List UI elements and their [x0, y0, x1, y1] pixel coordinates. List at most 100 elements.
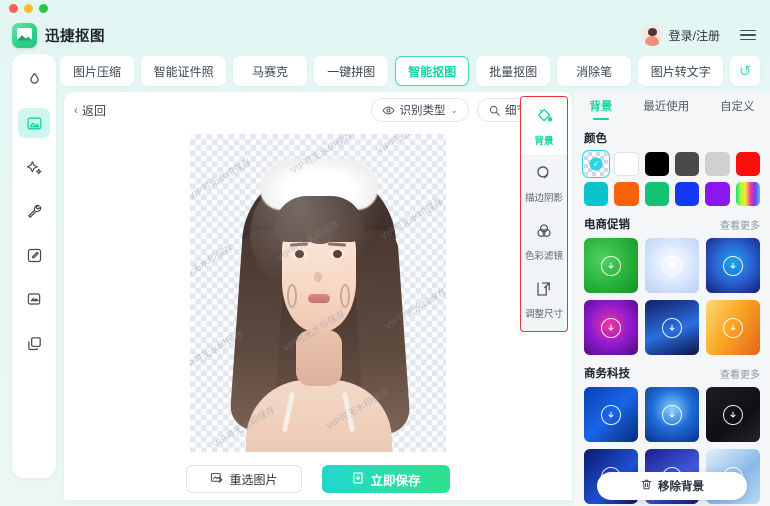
title-bar: [0, 0, 770, 16]
resize-icon: [535, 280, 553, 303]
paint-bucket-icon: [535, 106, 554, 130]
rtab-background[interactable]: 背景: [589, 98, 612, 120]
download-arrow-icon: [601, 317, 621, 338]
portrait-image: [190, 134, 446, 452]
thumb-purple-magenta-cube-bg[interactable]: [584, 300, 638, 355]
thumb-blue-tunnel-bg[interactable]: [645, 387, 699, 442]
download-arrow-icon: [723, 404, 743, 425]
eye-icon: [382, 104, 395, 117]
tab-image-compress[interactable]: 图片压缩: [60, 56, 134, 86]
remove-background-button[interactable]: 移除背景: [597, 472, 747, 500]
tab-id-photo[interactable]: 智能证件照: [141, 56, 227, 86]
download-arrow-icon: [723, 317, 743, 338]
swatch-rainbow[interactable]: [735, 182, 760, 206]
brand: 迅捷抠图: [12, 22, 105, 48]
tool-resize-label: 调整尺寸: [524, 309, 563, 320]
reselect-image-label: 重选图片: [229, 472, 278, 487]
maximize-window-button[interactable]: [39, 4, 48, 13]
window-controls[interactable]: [9, 4, 48, 13]
rtab-custom[interactable]: 自定义: [720, 98, 755, 120]
app-header: 迅捷抠图 登录/注册: [0, 16, 770, 54]
swatch-black[interactable]: [644, 152, 669, 176]
image-convert-icon: [26, 291, 42, 307]
tab-collage[interactable]: 一键拼图: [314, 56, 389, 86]
chevron-down-icon: ⌄: [450, 104, 458, 115]
image-swap-icon: [210, 471, 224, 488]
tool-background[interactable]: 背景: [521, 97, 567, 155]
section-title-business: 商务科技: [584, 368, 630, 380]
wrench-icon: [26, 203, 43, 220]
back-button[interactable]: ‹ 返回: [74, 102, 106, 119]
sidebar-item-image-convert[interactable]: [18, 284, 50, 314]
sidebar-item-layers[interactable]: [18, 328, 50, 358]
download-arrow-icon: [662, 317, 682, 338]
download-box-icon: [351, 471, 365, 488]
swatch-blue[interactable]: [675, 182, 700, 206]
canvas-area: VIP可无水印保存 VIP可无水印保存 VIP可无水印保存 VIP可无水印保存 …: [64, 128, 572, 458]
image-canvas[interactable]: VIP可无水印保存 VIP可无水印保存 VIP可无水印保存 VIP可无水印保存 …: [190, 134, 446, 452]
swatch-green[interactable]: [644, 182, 669, 206]
app-logo-icon: [12, 22, 37, 48]
rtab-recent[interactable]: 最近使用: [643, 98, 689, 120]
sidebar-item-sparkles[interactable]: [18, 152, 50, 182]
swatch-purple[interactable]: [705, 182, 730, 206]
editor-footer: 重选图片 立即保存: [64, 458, 572, 500]
tool-stroke-shadow[interactable]: 描边阴影: [521, 155, 567, 213]
swatch-orange[interactable]: [614, 182, 639, 206]
back-label: 返回: [82, 103, 107, 118]
magnifier-icon: [488, 104, 501, 117]
thumb-blue-circuit-bg[interactable]: [645, 300, 699, 355]
thumb-blue-beam-bg[interactable]: [584, 387, 638, 442]
tab-mosaic[interactable]: 马赛克: [233, 56, 308, 86]
sidebar-item-wrench[interactable]: [18, 196, 50, 226]
download-arrow-icon: [723, 255, 743, 276]
app-window: 迅捷抠图 登录/注册 图片压缩 智能证件照 马赛克 一键拼图 智能抠图 批量抠图…: [0, 0, 770, 506]
swatch-cyan[interactable]: [584, 182, 609, 206]
recognize-type-dropdown[interactable]: 识别类型 ⌄: [371, 98, 469, 122]
image-cutout-icon: [26, 115, 43, 132]
sidebar-item-eraser-droplet[interactable]: [18, 64, 50, 94]
section-title-ecommerce: 电商促销: [584, 219, 630, 231]
tool-color-filter[interactable]: 色彩滤镜: [521, 213, 567, 271]
save-button[interactable]: 立即保存: [322, 465, 450, 493]
thumb-orange-city-bg[interactable]: [706, 300, 760, 355]
swatch-dark-gray[interactable]: [675, 152, 700, 176]
editor-panel: ‹ 返回 识别类型 ⌄ VIP可无水印保存 VIP可无水印保存 VIP可无水印保…: [64, 92, 572, 500]
thumb-green-tech-bg[interactable]: [584, 238, 638, 293]
login-register-button[interactable]: 登录/注册: [641, 24, 720, 46]
swatch-transparent[interactable]: ✓: [581, 149, 611, 179]
view-more-business[interactable]: 查看更多: [720, 366, 760, 381]
tab-eraser-pen[interactable]: 消除笔: [557, 56, 632, 86]
sidebar-item-image-cutout[interactable]: [18, 108, 50, 138]
swatch-light-gray[interactable]: [705, 152, 730, 176]
thumb-white-light-burst-bg[interactable]: [645, 238, 699, 293]
left-sidebar: [12, 54, 56, 478]
undo-button[interactable]: ↺: [730, 56, 760, 86]
feature-tabs: 图片压缩 智能证件照 马赛克 一键拼图 智能抠图 批量抠图 消除笔 图片转文字 …: [60, 54, 760, 88]
right-panel: 背景 最近使用 自定义 颜色 ✓ 电商促销 查看更多 商务科技 查看更多 移除背…: [574, 92, 770, 506]
chevron-left-icon: ‹: [74, 103, 78, 117]
thumb-blue-radar-bg[interactable]: [706, 238, 760, 293]
thumb-black-carbon-bg[interactable]: [706, 387, 760, 442]
download-arrow-icon: [601, 255, 621, 276]
tab-smart-cutout[interactable]: 智能抠图: [395, 56, 470, 86]
swatch-white[interactable]: [614, 152, 639, 176]
editor-toolbar: ‹ 返回 识别类型 ⌄: [64, 92, 572, 128]
swatch-red[interactable]: [735, 152, 760, 176]
view-more-ecommerce[interactable]: 查看更多: [720, 217, 760, 232]
reselect-image-button[interactable]: 重选图片: [186, 465, 302, 493]
hamburger-menu-icon[interactable]: [740, 29, 756, 41]
edit-pen-icon: [26, 247, 43, 264]
thumbnail-grid-ecommerce: [574, 238, 770, 355]
download-arrow-icon: [601, 404, 621, 425]
sidebar-item-edit-pen[interactable]: [18, 240, 50, 270]
tool-resize[interactable]: 调整尺寸: [521, 271, 567, 329]
download-arrow-icon: [662, 404, 682, 425]
minimize-window-button[interactable]: [24, 4, 33, 13]
remove-background-label: 移除背景: [658, 481, 704, 493]
tab-batch-cutout[interactable]: 批量抠图: [476, 56, 551, 86]
close-window-button[interactable]: [9, 4, 18, 13]
tab-image-to-text[interactable]: 图片转文字: [638, 56, 724, 86]
avatar: [641, 24, 663, 46]
tool-background-label: 背景: [534, 135, 554, 147]
